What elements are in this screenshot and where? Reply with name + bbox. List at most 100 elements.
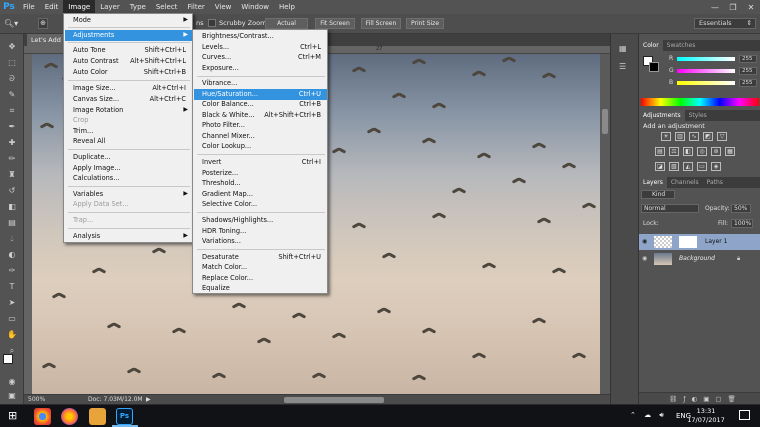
vertical-scrollbar[interactable] <box>600 54 610 394</box>
screen-mode-icon[interactable]: ▣ <box>6 391 18 401</box>
history-panel-icon[interactable]: ▦ <box>619 44 627 53</box>
background-color-swatch[interactable] <box>649 62 659 72</box>
menu-item-hue-saturation[interactable]: Hue/Saturation... Ctrl+U <box>194 89 327 100</box>
opacity-input[interactable]: 50% <box>731 204 751 213</box>
blue-slider[interactable]: B 255 <box>669 79 759 87</box>
layer-name[interactable]: Background <box>679 251 715 267</box>
tab-channels[interactable]: Channels <box>667 177 703 188</box>
menu-item-photo-filter[interactable]: Photo Filter... <box>194 120 327 131</box>
menu-item-image-size[interactable]: Image Size... Alt+Ctrl+I <box>65 83 192 94</box>
layer-row[interactable]: ◉ Layer 1 <box>639 234 760 250</box>
menu-item-auto-contrast[interactable]: Auto Contrast Alt+Shift+Ctrl+L <box>65 56 192 67</box>
chrome-icon[interactable] <box>34 408 51 425</box>
tab-color[interactable]: Color <box>639 40 663 51</box>
eyedropper-tool-icon[interactable]: ✒ <box>6 122 18 132</box>
healing-tool-icon[interactable]: ✚ <box>6 138 18 148</box>
red-slider[interactable]: R 255 <box>669 55 759 63</box>
gradient-tool-icon[interactable]: ▤ <box>6 218 18 228</box>
threshold-icon[interactable]: ◭ <box>683 162 693 171</box>
channel-mixer-icon[interactable]: ⊛ <box>711 147 721 156</box>
menu-item-variations[interactable]: Variations... <box>194 236 327 247</box>
minimize-button[interactable]: — <box>706 0 724 14</box>
menu-item-image-rotation[interactable]: Image Rotation ▶ <box>65 105 192 116</box>
menu-item-reveal-all[interactable]: Reveal All <box>65 136 192 147</box>
layer-row[interactable]: ◉ Background 🔒︎ <box>639 251 760 267</box>
tab-layers[interactable]: Layers <box>639 177 667 188</box>
posterize-icon[interactable]: ▧ <box>669 162 679 171</box>
lasso-tool-icon[interactable]: ᘐ <box>6 74 18 84</box>
menu-item-canvas-size[interactable]: Canvas Size... Alt+Ctrl+C <box>65 94 192 105</box>
menu-item-color-balance[interactable]: Color Balance... Ctrl+B <box>194 99 327 110</box>
blend-mode-select[interactable]: Normal <box>641 204 699 213</box>
blue-value[interactable]: 255 <box>739 79 757 87</box>
menu-item-brightness-contrast[interactable]: Brightness/Contrast... <box>194 31 327 42</box>
levels-icon[interactable]: ▥ <box>675 132 685 141</box>
move-tool-icon[interactable]: ✥ <box>6 42 18 52</box>
layer-actions-bar[interactable]: ⛓ƒ◐▣▢🗑︎ <box>639 392 760 404</box>
red-value[interactable]: 255 <box>739 55 757 63</box>
green-slider-bar[interactable] <box>677 69 735 73</box>
type-tool-icon[interactable]: T <box>6 282 18 292</box>
menu-item-hdr-toning[interactable]: HDR Toning... <box>194 226 327 237</box>
photo-filter-icon[interactable]: ◎ <box>697 147 707 156</box>
color-spectrum[interactable] <box>641 98 759 106</box>
eye-icon[interactable]: ◉ <box>642 251 647 267</box>
menu-item-shadows-highlights[interactable]: Shadows/Highlights... <box>194 215 327 226</box>
selective-color-icon[interactable]: ◈ <box>711 162 721 171</box>
menu-edit[interactable]: Edit <box>40 0 64 14</box>
tab-swatches[interactable]: Swatches <box>663 40 700 51</box>
vibrance-icon[interactable]: ▽ <box>717 132 727 141</box>
curves-icon[interactable]: ∿ <box>689 132 699 141</box>
tab-styles[interactable]: Styles <box>685 110 711 121</box>
shape-tool-icon[interactable]: ▭ <box>6 314 18 324</box>
menu-file[interactable]: File <box>18 0 40 14</box>
menu-item-adjustments[interactable]: Adjustments ▶ <box>65 30 192 41</box>
dodge-tool-icon[interactable]: ◐ <box>6 250 18 260</box>
menu-type[interactable]: Type <box>125 0 151 14</box>
file-explorer-icon[interactable] <box>89 408 106 425</box>
invert-icon[interactable]: ◪ <box>655 162 665 171</box>
menu-item-variables[interactable]: Variables ▶ <box>65 189 192 200</box>
workspace-select[interactable]: Essentials ⇕ <box>694 18 756 29</box>
close-button[interactable]: ✕ <box>742 0 760 14</box>
menu-item-auto-tone[interactable]: Auto Tone Shift+Ctrl+L <box>65 45 192 56</box>
menu-item-levels[interactable]: Levels... Ctrl+L <box>194 42 327 53</box>
fill-screen-button[interactable]: Fill Screen <box>361 18 401 29</box>
marquee-tool-icon[interactable]: ⬚ <box>6 58 18 68</box>
fill-input[interactable]: 100% <box>731 219 753 228</box>
crop-tool-icon[interactable]: ⌗ <box>6 106 18 116</box>
quick-mask-icon[interactable]: ◉ <box>6 377 18 387</box>
menu-item-calculations[interactable]: Calculations... <box>65 173 192 184</box>
menu-item-posterize[interactable]: Posterize... <box>194 168 327 179</box>
green-slider[interactable]: G 255 <box>669 67 759 75</box>
eraser-tool-icon[interactable]: ◧ <box>6 202 18 212</box>
system-tray-icons[interactable]: ⌃ ☁ 🔊︎ <box>630 411 667 420</box>
menu-item-selective-color[interactable]: Selective Color... <box>194 199 327 210</box>
menu-item-trim[interactable]: Trim... <box>65 126 192 137</box>
color-lookup-icon[interactable]: ▦ <box>725 147 735 156</box>
menu-select[interactable]: Select <box>151 0 183 14</box>
tab-adjustments[interactable]: Adjustments <box>639 110 685 121</box>
menu-item-black-white[interactable]: Black & White... Alt+Shift+Ctrl+B <box>194 110 327 121</box>
menu-item-auto-color[interactable]: Auto Color Shift+Ctrl+B <box>65 67 192 78</box>
layer-name[interactable]: Layer 1 <box>705 234 727 250</box>
quick-select-tool-icon[interactable]: ✎ <box>6 90 18 100</box>
actual-pixels-button[interactable]: Actual Pixels <box>265 18 308 36</box>
menu-item-channel-mixer[interactable]: Channel Mixer... <box>194 131 327 142</box>
menu-item-color-lookup[interactable]: Color Lookup... <box>194 141 327 152</box>
layer-filter-select[interactable]: Kind <box>641 190 675 199</box>
menu-item-invert[interactable]: Invert Ctrl+I <box>194 157 327 168</box>
tab-paths[interactable]: Paths <box>703 177 727 188</box>
red-slider-bar[interactable] <box>677 57 735 61</box>
menu-item-gradient-map[interactable]: Gradient Map... <box>194 189 327 200</box>
gradient-map-icon[interactable]: ▭ <box>697 162 707 171</box>
menu-help[interactable]: Help <box>274 0 300 14</box>
action-center-icon[interactable] <box>739 410 750 420</box>
zoom-in-icon[interactable]: ⊕ <box>38 18 48 29</box>
print-size-button[interactable]: Print Size <box>406 18 444 29</box>
green-value[interactable]: 255 <box>739 67 757 75</box>
scrubby-zoom-checkbox[interactable] <box>208 19 216 27</box>
zoom-tool-icon[interactable]: 🔍︎▾ <box>4 18 22 29</box>
clock[interactable]: 13:31 17/07/2017 <box>684 407 728 425</box>
firefox-icon[interactable] <box>61 408 78 425</box>
